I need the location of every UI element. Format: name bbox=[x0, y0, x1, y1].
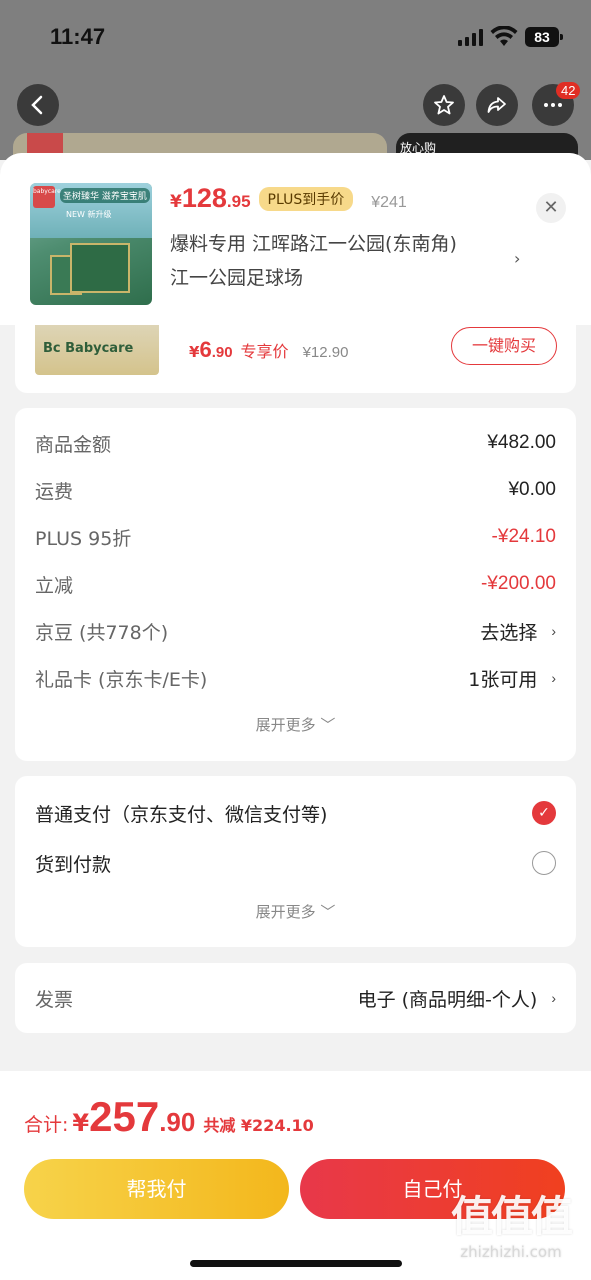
watermark-logo: 值值值 zhizhizhi.com bbox=[450, 1192, 573, 1261]
exclusive-price-label: 专享价 bbox=[240, 342, 289, 361]
back-button[interactable] bbox=[17, 84, 59, 126]
sheet-header: babycare 圣树臻华 滋养宝宝肌 NEW 新升级 ¥ 128 .95 PL… bbox=[0, 153, 591, 325]
invoice-row[interactable]: 发票 电子 (商品明细-个人) › bbox=[35, 983, 556, 1013]
favorite-button[interactable] bbox=[423, 84, 465, 126]
summary-row-subtotal: 商品金额 ¥482.00 bbox=[35, 432, 556, 456]
checkout-bottom-bar: 合计: ¥ 257 .90 共减 ¥224.10 帮我付 自己付 值值值 zhi… bbox=[0, 1071, 591, 1280]
plus-price-tag: PLUS到手价 bbox=[258, 186, 354, 211]
brand-logo: babycare bbox=[33, 186, 61, 208]
payment-method-card: 普通支付（京东支付、微信支付等) ✓ 货到付款 展开更多 ﹀ bbox=[15, 776, 576, 947]
addon-price: ¥ 6 .90 专享价 ¥12.90 bbox=[189, 337, 349, 362]
help-me-pay-button[interactable]: 帮我付 bbox=[24, 1159, 289, 1219]
chevron-right-icon[interactable]: › bbox=[514, 249, 520, 268]
summary-row-instant-discount: 立减 -¥200.00 bbox=[35, 573, 556, 597]
product-price: ¥ 128 .95 PLUS到手价 ¥241 bbox=[170, 183, 407, 213]
payment-option-cod[interactable]: 货到付款 bbox=[35, 848, 556, 878]
product-tagline: 圣树臻华 滋养宝宝肌 bbox=[60, 188, 150, 203]
battery-icon: 83 bbox=[525, 27, 563, 47]
summary-row-gift-card[interactable]: 礼品卡 (京东卡/E卡) 1张可用 › bbox=[35, 663, 556, 693]
close-icon: ✕ bbox=[543, 197, 559, 218]
expand-more-payment[interactable]: 展开更多 ﹀ bbox=[15, 901, 576, 922]
radio-unchecked-icon[interactable] bbox=[532, 851, 556, 875]
chevron-left-icon bbox=[31, 95, 43, 115]
address-line-1: 爆料专用 江晖路江一公园(东南角) bbox=[170, 233, 457, 255]
chevron-down-icon: ﹀ bbox=[320, 903, 336, 921]
order-total: 合计: ¥ 257 .90 共减 ¥224.10 bbox=[24, 1093, 314, 1140]
chevron-right-icon: › bbox=[551, 623, 556, 639]
status-bar: 11:47 83 bbox=[0, 0, 591, 76]
delivery-address[interactable]: 爆料专用 江晖路江一公园(东南角) 江一公园足球场 bbox=[170, 227, 510, 295]
new-badge: NEW 新升级 bbox=[66, 210, 112, 219]
home-indicator[interactable] bbox=[190, 1260, 402, 1267]
invoice-card[interactable]: 发票 电子 (商品明细-个人) › bbox=[15, 963, 576, 1033]
total-savings: 共减 ¥224.10 bbox=[203, 1116, 314, 1135]
summary-row-plus-discount: PLUS 95折 -¥24.10 bbox=[35, 526, 556, 550]
close-button[interactable]: ✕ bbox=[536, 193, 566, 223]
summary-row-shipping: 运费 ¥0.00 bbox=[35, 479, 556, 503]
expand-more-summary[interactable]: 展开更多 ﹀ bbox=[15, 714, 576, 735]
share-button[interactable] bbox=[476, 84, 518, 126]
order-summary-card: 商品金额 ¥482.00 运费 ¥0.00 PLUS 95折 -¥24.10 立… bbox=[15, 408, 576, 761]
chevron-down-icon: ﹀ bbox=[320, 716, 336, 734]
signal-icon bbox=[458, 29, 483, 46]
address-line-2: 江一公园足球场 bbox=[170, 267, 304, 289]
status-time: 11:47 bbox=[50, 24, 106, 49]
star-icon bbox=[434, 95, 454, 115]
original-price: ¥241 bbox=[371, 194, 407, 211]
share-icon bbox=[487, 97, 506, 113]
summary-row-jingdou[interactable]: 京豆 (共778个) 去选择 › bbox=[35, 616, 556, 646]
checkmark-icon[interactable]: ✓ bbox=[532, 801, 556, 825]
chevron-right-icon: › bbox=[551, 990, 556, 1006]
chevron-right-icon: › bbox=[551, 670, 556, 686]
addon-original-price: ¥12.90 bbox=[302, 344, 349, 361]
product-image: babycare 圣树臻华 滋养宝宝肌 NEW 新升级 bbox=[30, 183, 152, 305]
wifi-icon bbox=[490, 26, 518, 46]
one-click-buy-button[interactable]: 一键购买 bbox=[451, 327, 557, 365]
payment-option-online[interactable]: 普通支付（京东支付、微信支付等) ✓ bbox=[35, 798, 556, 828]
message-badge: 42 bbox=[556, 82, 581, 99]
